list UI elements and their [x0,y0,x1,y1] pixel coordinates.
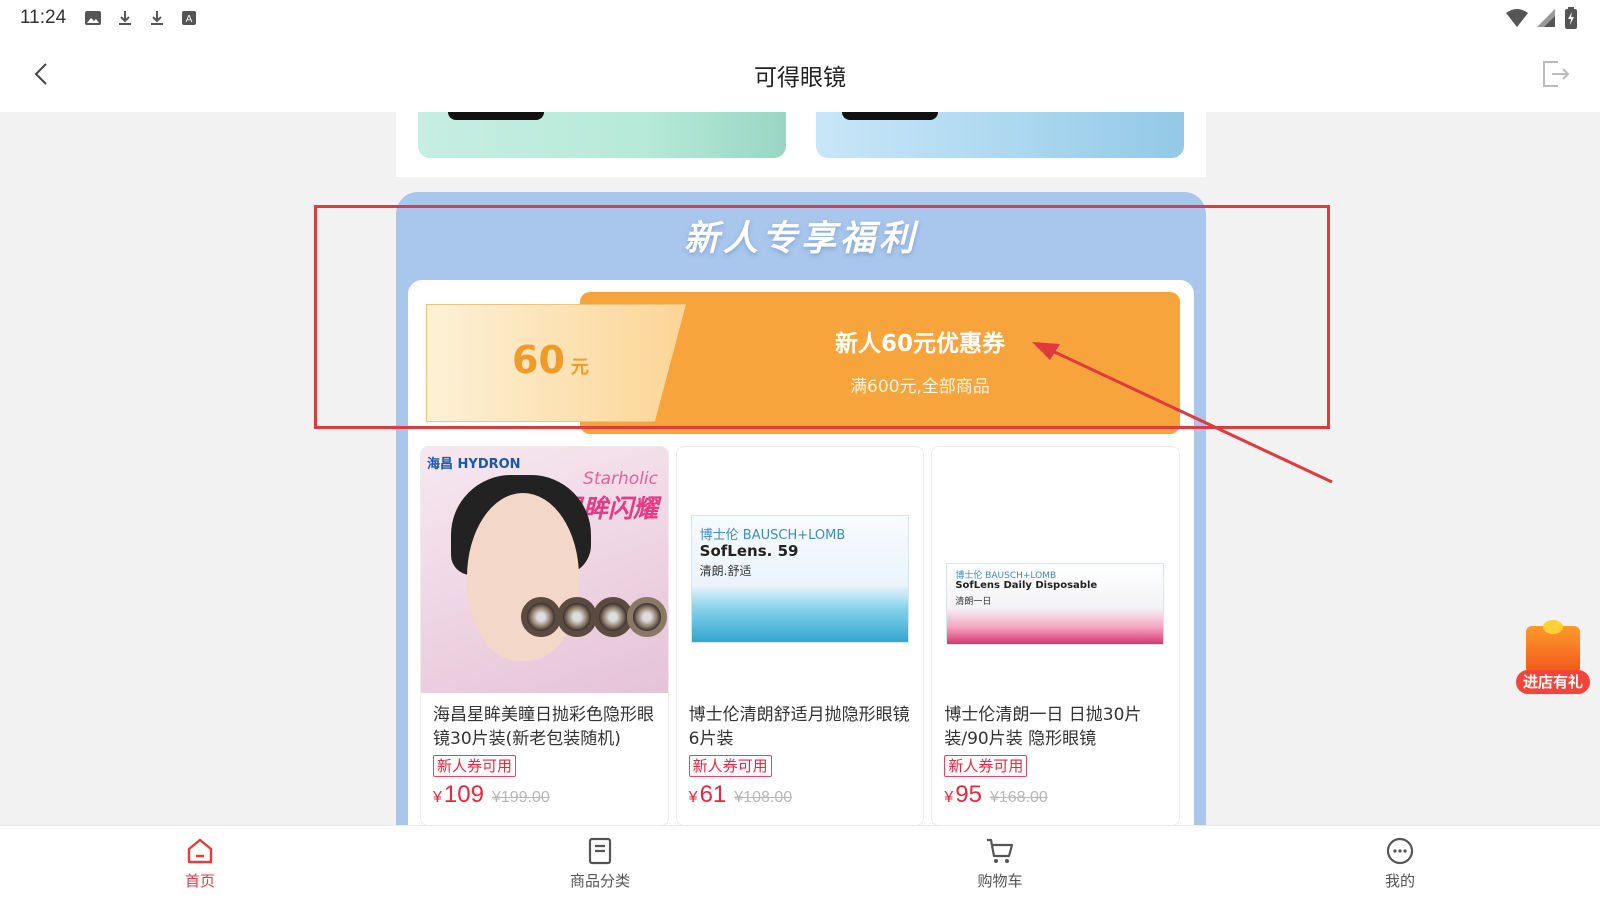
image-icon [85,11,102,25]
banner-button [842,112,938,120]
newcomer-coupon[interactable]: 60 元 新人60元优惠券 满600元,全部商品 [420,292,1180,434]
nav-label: 购物车 [977,872,1023,890]
gift-bow [1543,620,1563,634]
coupon-description: 满600元,全部商品 [850,377,990,397]
main-content: 新人专享福利 60 元 新人60元优惠券 满600元,全部商品 海昌 HYDRON… [0,112,1600,825]
status-time: 11:24 [20,7,67,28]
nav-profile[interactable]: 我的 [1340,836,1460,891]
product-price: ¥95 ¥168.00 [944,781,1047,809]
product-image: 博士伦 BAUSCH+LOMB SofLens. 59 清朗.舒适 [676,447,924,693]
product-image: 博士伦 BAUSCH+LOMB SofLens Daily Disposable… [932,447,1180,693]
nav-home[interactable]: 首页 [140,836,260,891]
font-icon: A [182,11,197,25]
lens-sample [627,597,667,637]
product-image-title: SofLens. 59 [699,542,799,560]
original-price: ¥199.00 [491,789,550,806]
original-price: ¥108.00 [734,789,793,806]
promo-banner-left[interactable] [418,112,786,158]
banner-strip [396,112,1206,177]
product-box: 博士伦 BAUSCH+LOMB SofLens Daily Disposable… [946,563,1165,645]
product-card[interactable]: 海昌 HYDRON Starholic 星眸闪耀 海昌星眸美瞳日抛彩色隐形眼镜3… [420,446,669,825]
promo-banner-right[interactable] [816,112,1184,158]
signal-icon [1537,9,1555,27]
product-image-title: SofLens Daily Disposable [955,580,1098,591]
nav-cart[interactable]: 购物车 [940,836,1060,891]
coupon-tag: 新人券可用 [688,755,772,777]
svg-text:A: A [186,14,193,25]
product-image-brand: 博士伦 BAUSCH+LOMB [699,528,846,543]
product-price: ¥109 ¥199.00 [433,781,550,809]
profile-icon [1386,837,1414,865]
product-list: 海昌 HYDRON Starholic 星眸闪耀 海昌星眸美瞳日抛彩色隐形眼镜3… [420,446,1181,825]
price-value: 109 [443,781,484,808]
currency-symbol: ¥ [433,789,442,806]
page-title: 可得眼镜 [754,65,846,91]
price-value: 95 [955,781,982,808]
bottom-navigation: 首页 商品分类 购物车 我的 [0,825,1600,900]
nav-categories[interactable]: 商品分类 [540,836,660,891]
coupon-tag: 新人券可用 [433,755,517,777]
home-icon [187,838,213,864]
product-image-tagline: Starholic [583,469,658,489]
store-gift-button[interactable]: 进店有礼 [1516,620,1590,698]
coupon-tag: 新人券可用 [944,755,1028,777]
coupon-name: 新人60元优惠券 [834,331,1005,357]
coupon-amount-unit: 元 [570,357,589,378]
original-price: ¥168.00 [989,789,1048,806]
cart-icon [987,838,1014,863]
price-value: 61 [699,781,727,808]
nav-label: 首页 [184,872,215,890]
nav-label: 商品分类 [569,872,630,890]
lens-sample [557,597,597,637]
welfare-title: 新人专享福利 [683,219,918,259]
model-face [467,493,579,661]
product-image-brand: 海昌 HYDRON [427,457,521,472]
product-card[interactable]: 博士伦 BAUSCH+LOMB SofLens. 59 清朗.舒适 博士伦清朗舒… [675,446,925,825]
product-card[interactable]: 博士伦 BAUSCH+LOMB SofLens Daily Disposable… [931,446,1181,825]
product-name: 海昌星眸美瞳日抛彩色隐形眼镜30片装(新老包装随机) [433,705,654,749]
exit-icon[interactable] [1536,56,1572,92]
newcomer-welfare-section: 新人专享福利 60 元 新人60元优惠券 满600元,全部商品 海昌 HYDRON… [396,192,1206,825]
status-bar: 11:24 A [0,0,1600,36]
nav-label: 我的 [1384,872,1415,890]
product-image-subtitle: 清朗一日 [955,597,992,607]
lens-sample [521,597,561,637]
currency-symbol: ¥ [944,789,954,806]
download-icon [119,11,132,25]
wifi-icon [1506,9,1528,27]
coupon-amount: 60 元 [512,338,589,382]
gift-label: 进店有礼 [1516,670,1590,694]
coupon-amount-value: 60 [512,338,565,382]
banner-button [448,112,544,120]
welfare-panel: 60 元 新人60元优惠券 满600元,全部商品 海昌 HYDRON Starho… [408,280,1194,825]
list-icon [588,837,612,865]
product-box: 博士伦 BAUSCH+LOMB SofLens. 59 清朗.舒适 [690,515,909,643]
product-name: 博士伦清朗舒适月抛隐形眼镜6片装 [688,705,910,749]
product-price: ¥61 ¥108.00 [689,781,792,809]
product-image: 海昌 HYDRON Starholic 星眸闪耀 [421,447,668,693]
battery-icon [1565,7,1577,29]
app-header: 可得眼镜 [0,36,1600,112]
currency-symbol: ¥ [688,789,698,806]
download-icon [151,11,164,25]
product-name: 博士伦清朗一日 日抛30片装/90片装 隐形眼镜 [944,705,1142,749]
product-image-subtitle: 清朗.舒适 [699,564,752,578]
